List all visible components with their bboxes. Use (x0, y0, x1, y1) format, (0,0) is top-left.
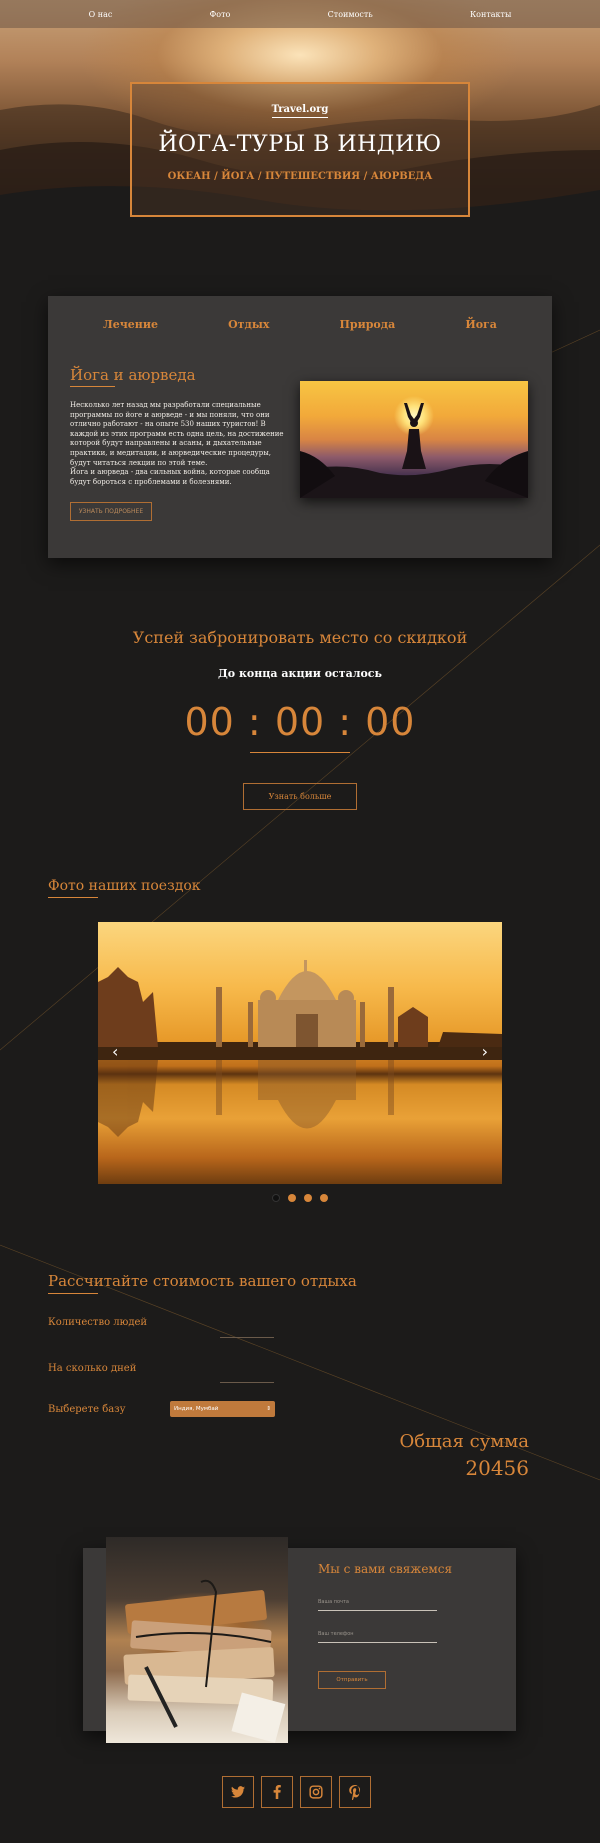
tab-nature[interactable]: Природа (340, 318, 396, 331)
twitter-icon[interactable] (222, 1776, 254, 1808)
pinterest-icon[interactable] (339, 1776, 371, 1808)
calculator-title: Рассчитайте стоимость вашего отдыха (48, 1272, 357, 1290)
card-description-paragraph-2: Йога и аюрведа - два сильных война, кото… (70, 468, 270, 486)
yoga-info-card: Лечение Отдых Природа Йога Йога и аюрвед… (48, 296, 552, 558)
slider-dot-4[interactable] (320, 1194, 328, 1202)
hero-banner: О нас Фото Стоимость Контакты Travel.org… (0, 0, 600, 240)
nav-photos[interactable]: Фото (210, 10, 231, 19)
slider-next-arrow[interactable]: › (482, 1042, 488, 1061)
card-description: Несколько лет назад мы разработали специ… (70, 401, 292, 487)
tab-yoga[interactable]: Йога (465, 318, 497, 331)
hero-tags: ОКЕАН / ЙОГА / ПУТЕШЕСТВИЯ / АЮРВЕДА (167, 171, 433, 182)
card-heading: Йога и аюрведа (70, 366, 196, 384)
phone-field-label[interactable]: Ваш телефон (318, 1631, 354, 1637)
yoga-silhouette-illustration (300, 403, 528, 498)
tab-rest[interactable]: Отдых (228, 318, 269, 331)
countdown-subtitle: До конца акции осталось (218, 667, 382, 680)
social-links (222, 1776, 371, 1808)
nav-contacts[interactable]: Контакты (470, 10, 511, 19)
base-select-value: Индия, Мумбай (174, 1406, 219, 1412)
select-arrows-icon: ⇕ (266, 1406, 271, 1412)
email-field[interactable] (318, 1610, 437, 1611)
instagram-icon[interactable] (300, 1776, 332, 1808)
photos-title-underline (48, 897, 98, 898)
photos-title: Фото наших поездок (48, 878, 201, 894)
timer-underline (250, 752, 350, 753)
base-select-label: Выберете базу (48, 1404, 126, 1415)
slider-prev-arrow[interactable]: ‹ (112, 1042, 118, 1061)
site-logo[interactable]: Travel.org (271, 104, 329, 118)
card-heading-underline (70, 386, 115, 387)
letters-illustration (123, 1579, 286, 1743)
days-count-input[interactable] (220, 1382, 274, 1383)
nav-about[interactable]: О нас (89, 10, 113, 19)
email-field-label[interactable]: Ваша почта (318, 1599, 349, 1605)
facebook-icon[interactable] (261, 1776, 293, 1808)
learn-more-countdown-button[interactable]: Узнать больше (243, 783, 357, 810)
page: О нас Фото Стоимость Контакты Travel.org… (0, 0, 600, 1843)
submit-button[interactable]: Отправить (318, 1671, 386, 1689)
people-count-input[interactable] (220, 1337, 274, 1338)
letters-bundle-image (106, 1537, 288, 1743)
card-description-paragraph-1: Несколько лет назад мы разработали специ… (70, 401, 284, 467)
slider-dots (272, 1194, 328, 1202)
calculator-title-underline (48, 1293, 98, 1294)
top-nav: О нас Фото Стоимость Контакты (0, 0, 600, 28)
total-sum-value: 20456 (465, 1456, 529, 1480)
yoga-sunset-image (300, 381, 528, 498)
days-count-label: На сколько дней (48, 1363, 137, 1374)
countdown-title: Успей забронировать место со скидкой (132, 628, 468, 647)
people-count-label: Количество людей (48, 1317, 148, 1328)
phone-field[interactable] (318, 1642, 437, 1643)
slider-dot-3[interactable] (304, 1194, 312, 1202)
taj-mahal-illustration (98, 960, 502, 1137)
hero-title: ЙОГА-ТУРЫ В ИНДИЮ (158, 132, 442, 157)
hero-title-box: Travel.org ЙОГА-ТУРЫ В ИНДИЮ ОКЕАН / ЙОГ… (130, 82, 470, 217)
slider-dot-2[interactable] (288, 1194, 296, 1202)
card-tabs: Лечение Отдых Природа Йога (48, 318, 552, 331)
countdown-timer: 00 : 00 : 00 (184, 700, 416, 744)
learn-more-button[interactable]: УЗНАТЬ ПОДРОБНЕЕ (70, 502, 152, 521)
nav-price[interactable]: Стоимость (328, 10, 373, 19)
contact-title: Мы с вами свяжемся (318, 1562, 453, 1576)
base-select[interactable]: Индия, Мумбай ⇕ (170, 1401, 275, 1417)
tab-treatment[interactable]: Лечение (103, 318, 158, 331)
slider-dot-1[interactable] (272, 1194, 280, 1202)
photo-slider: ‹ › (98, 922, 502, 1184)
total-sum-label: Общая сумма (399, 1431, 529, 1452)
